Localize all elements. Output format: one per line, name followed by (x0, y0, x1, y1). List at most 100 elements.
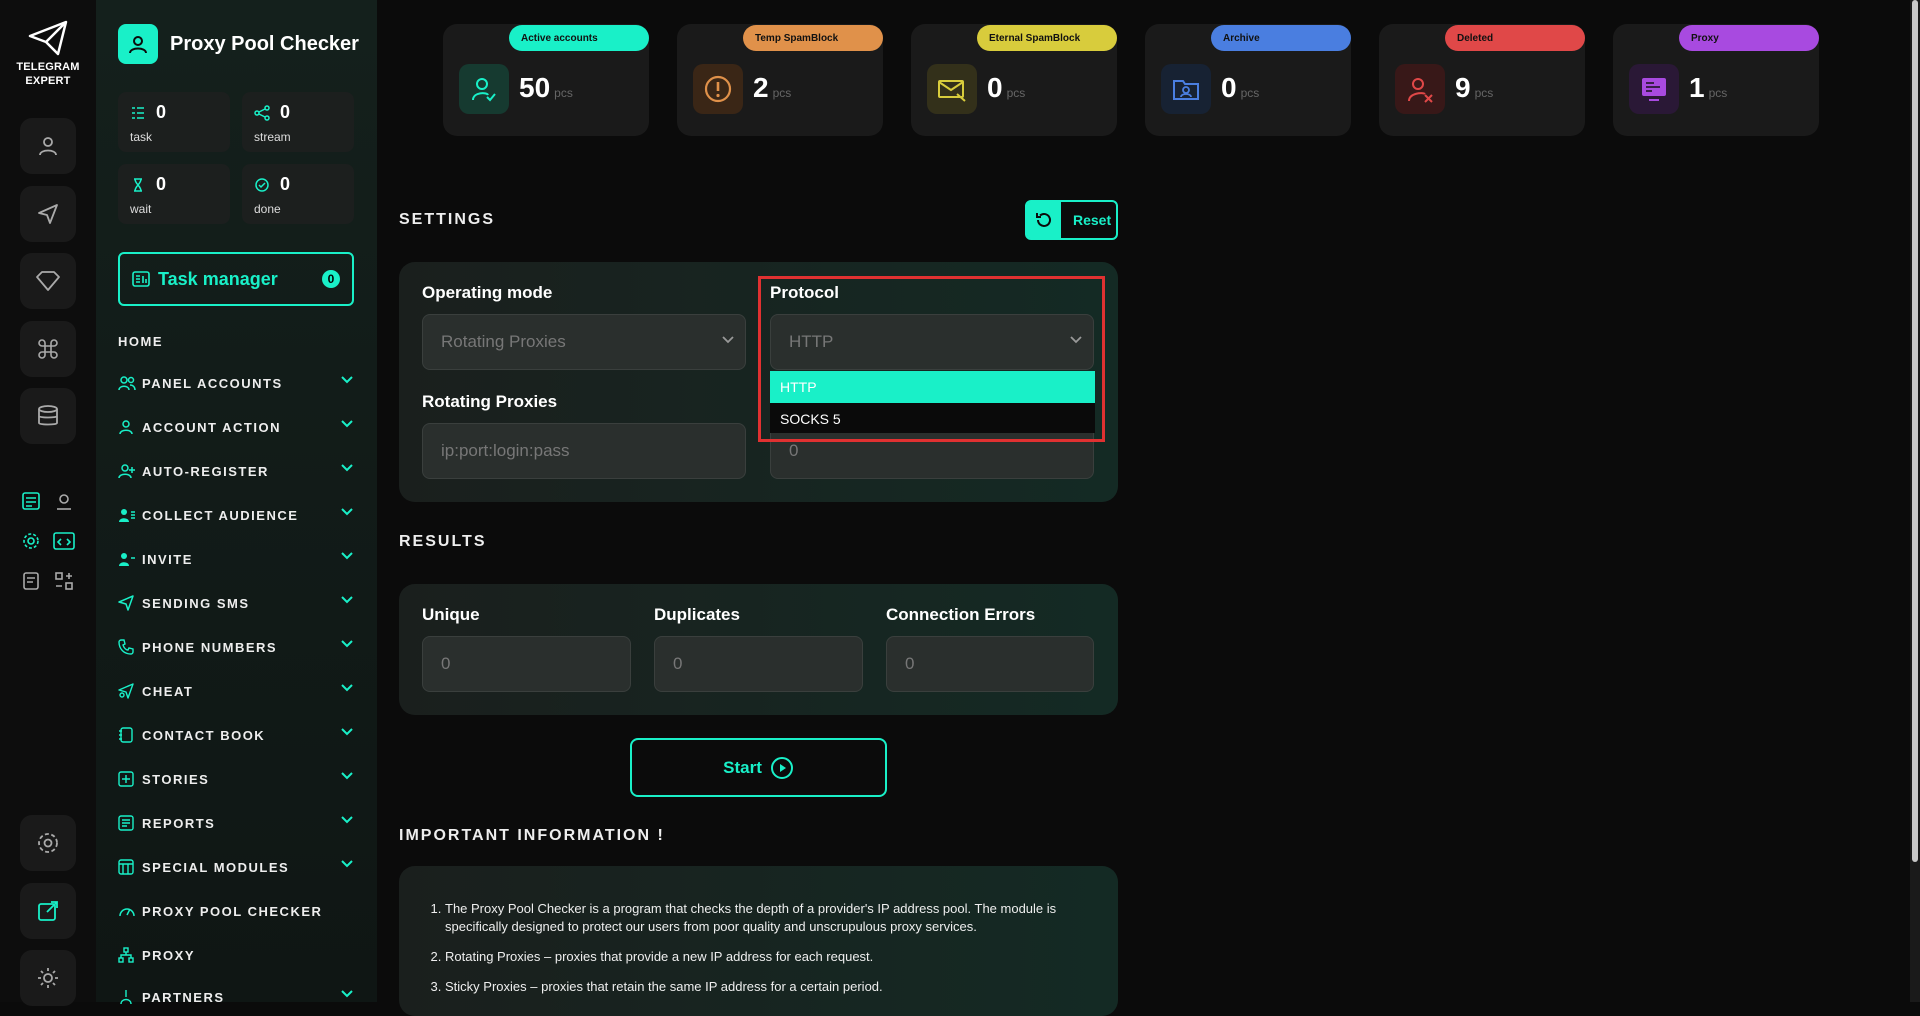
connection-errors-label: Connection Errors (886, 605, 1036, 624)
nav-item-label: PROXY (142, 947, 196, 963)
gauge-icon (118, 904, 138, 918)
card-value: 2 (753, 72, 769, 103)
rail-theme-button[interactable] (20, 950, 76, 1006)
operating-mode-select[interactable]: Rotating Proxies (422, 314, 746, 370)
nav-item-cheat[interactable]: CHEAT (118, 679, 354, 703)
nav-item-label: INVITE (142, 551, 193, 567)
nav-item-special-modules[interactable]: SPECIAL MODULES (118, 855, 354, 879)
phone-icon (118, 639, 138, 655)
nav-item-proxy[interactable]: PROXY (118, 943, 354, 967)
reset-button[interactable]: Reset (1025, 200, 1118, 240)
nav-item-invite[interactable]: INVITE (118, 547, 354, 571)
contact-book-icon (118, 727, 138, 743)
share-icon (254, 105, 270, 121)
nav-item-label: PHONE NUMBERS (142, 639, 278, 655)
send-icon (118, 595, 138, 611)
card-value: 9 (1455, 72, 1471, 103)
operating-mode-value: Rotating Proxies (441, 332, 566, 351)
rail-settings-small-button[interactable] (19, 529, 43, 553)
stat-value: 0 (280, 174, 291, 194)
icon-rail: TELEGRAM EXPERT (0, 0, 96, 1006)
card-deleted[interactable]: Deleted 9 pcs (1379, 24, 1585, 136)
nav-item-collect-audience[interactable]: COLLECT AUDIENCE (118, 503, 354, 527)
rail-external-button[interactable] (20, 883, 76, 939)
nav-item-label: ACCOUNT ACTION (142, 419, 281, 435)
settings-title: SETTINGS (399, 211, 496, 228)
apps-icon (55, 572, 73, 590)
card-value-wrap: 50 pcs (519, 72, 573, 104)
card-archive[interactable]: Archive 0 pcs (1145, 24, 1351, 136)
nav-item-stories[interactable]: STORIES (118, 767, 354, 791)
chevron-down-icon (341, 640, 353, 648)
page-scrollbar[interactable] (1910, 0, 1920, 1002)
card-value-wrap: 9 pcs (1455, 72, 1493, 104)
rail-database-button[interactable] (20, 388, 76, 444)
chevron-down-icon (341, 990, 353, 998)
user-icon (39, 137, 57, 156)
stat-task: 0 task (118, 92, 230, 152)
diamond-icon (36, 271, 60, 291)
nav-item-auto-register[interactable]: AUTO-REGISTER (118, 459, 354, 483)
unique-field: 0 (422, 636, 631, 692)
card-unit: pcs (1474, 86, 1494, 100)
stat-value: 0 (156, 102, 167, 122)
rail-list-button[interactable] (19, 489, 43, 513)
rail-contact-button[interactable] (52, 489, 76, 513)
card-value-wrap: 1 pcs (1689, 72, 1727, 104)
card-value: 1 (1689, 72, 1705, 103)
rail-settings-button[interactable] (20, 815, 76, 871)
modules-icon (118, 859, 138, 875)
rail-grid-button[interactable] (52, 569, 76, 593)
card-label: Temp SpamBlock (743, 25, 883, 51)
rail-user-button[interactable] (20, 118, 76, 174)
task-manager-button[interactable]: Task manager 0 (118, 252, 354, 306)
nav-home[interactable]: HOME (118, 334, 163, 349)
task-manager-icon (132, 271, 150, 287)
nav-item-panel-accounts[interactable]: PANEL ACCOUNTS (118, 371, 354, 395)
nav-item-label: SENDING SMS (142, 595, 250, 611)
profile-icon (118, 24, 158, 64)
nav-item-reports[interactable]: REPORTS (118, 811, 354, 835)
start-button[interactable]: Start (630, 738, 887, 797)
duplicates-field: 0 (654, 636, 863, 692)
card-value-wrap: 0 pcs (1221, 72, 1259, 104)
card-temp-spamblock[interactable]: Temp SpamBlock 2 pcs (677, 24, 883, 136)
rail-send-button[interactable] (20, 186, 76, 242)
nav-item-partners[interactable]: PARTNERS (118, 985, 354, 1009)
chevron-down-icon (341, 552, 353, 560)
nav-item-label: STORIES (142, 771, 210, 787)
nav-item-sending-sms[interactable]: SENDING SMS (118, 591, 354, 615)
card-eternal-spamblock[interactable]: Eternal SpamBlock 0 pcs (911, 24, 1117, 136)
card-proxy[interactable]: Proxy 1 pcs (1613, 24, 1819, 136)
nav-item-label: CONTACT BOOK (142, 727, 266, 743)
nav-item-phone-numbers[interactable]: PHONE NUMBERS (118, 635, 354, 659)
card-label: Eternal SpamBlock (977, 25, 1117, 51)
card-value: 50 (519, 72, 551, 103)
chevron-down-icon (722, 336, 734, 344)
rail-doc-button[interactable] (19, 569, 43, 593)
send-icon (38, 204, 58, 224)
rail-command-button[interactable] (20, 321, 76, 377)
nav-item-label: AUTO-REGISTER (142, 463, 269, 479)
rotating-proxies-input[interactable]: ip:port:login:pass (422, 423, 746, 479)
nav-item-proxy-pool-checker[interactable]: PROXY POOL CHECKER (118, 899, 354, 923)
rail-code-button[interactable] (52, 529, 76, 553)
sidebar: Proxy Pool Checker 0 task 0 stream 0 wai… (96, 0, 377, 1005)
card-value: 0 (1221, 72, 1237, 103)
report-icon (118, 815, 138, 831)
rail-diamond-button[interactable] (20, 253, 76, 309)
app-logo[interactable]: TELEGRAM EXPERT (0, 20, 96, 88)
nav-item-account-action[interactable]: ACCOUNT ACTION (118, 415, 354, 439)
scrollbar-thumb[interactable] (1912, 0, 1918, 862)
nav-item-label: PANEL ACCOUNTS (142, 375, 283, 391)
card-value: 0 (987, 72, 1003, 103)
card-unit: pcs (1708, 86, 1728, 100)
stat-label: stream (254, 130, 291, 144)
stat-label: done (254, 202, 281, 216)
important-info-title: IMPORTANT INFORMATION ! (399, 827, 665, 844)
card-active-accounts[interactable]: Active accounts 50 pcs (443, 24, 649, 136)
nav-item-label: REPORTS (142, 815, 216, 831)
nav-item-contact-book[interactable]: CONTACT BOOK (118, 723, 354, 747)
telegram-logo-icon (28, 20, 68, 56)
nav-item-label: PROXY POOL CHECKER (142, 903, 323, 919)
